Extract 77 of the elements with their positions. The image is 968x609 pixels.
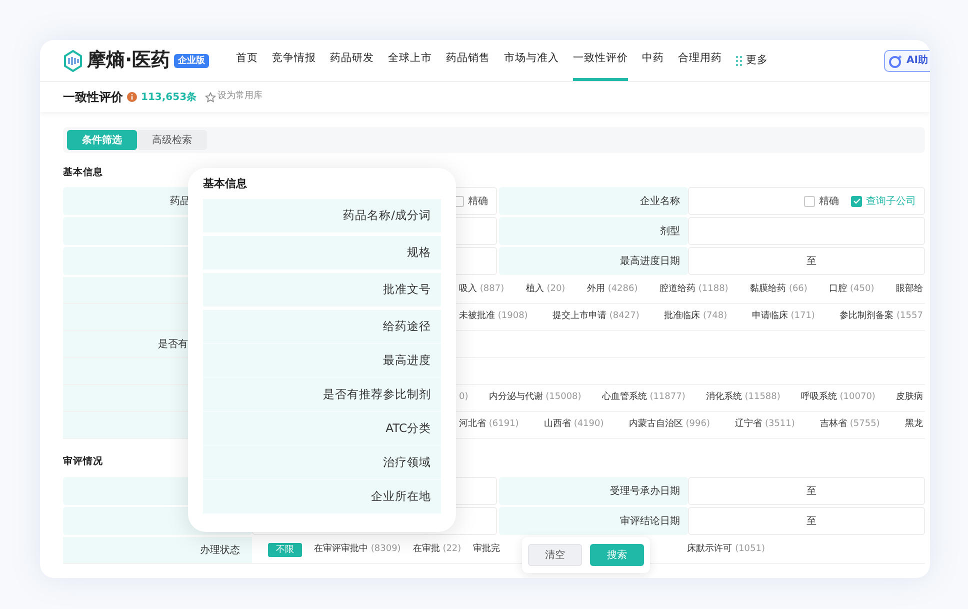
input-field[interactable]: 至	[688, 477, 925, 505]
filter-option[interactable]: 在审评审批中 (8309)	[314, 543, 401, 557]
filter-option[interactable]: 外用 (4286)	[586, 283, 638, 297]
filter-option[interactable]: 眼部给	[896, 283, 923, 297]
filter-option[interactable]: 口腔 (450)	[829, 283, 874, 297]
field-label: 审评结论日期	[620, 514, 680, 528]
popup-item[interactable]: 规格	[203, 236, 441, 270]
favorite-link[interactable]: 设为常用库	[204, 90, 263, 104]
field-label: 最高进度日期	[620, 254, 680, 268]
nav-link[interactable]: 一致性评价	[573, 40, 628, 81]
field-label: 企业名称	[640, 194, 680, 208]
input-field[interactable]: 精确 查询子公司	[688, 187, 925, 215]
filter-option[interactable]: 申请临床 (171)	[752, 310, 815, 324]
field-label: 是否有	[158, 338, 188, 352]
info-icon	[127, 92, 137, 102]
filter-option[interactable]: 植入 (20)	[526, 283, 566, 297]
filter-option[interactable]: 山西省 (4190)	[544, 418, 604, 432]
input-field[interactable]: 至	[688, 247, 925, 275]
logo-text: 摩熵·医药	[87, 51, 170, 70]
page-title: 一致性评价	[63, 89, 123, 106]
filter-option[interactable]: 河北省 (6191)	[459, 418, 519, 432]
filter-option[interactable]: 黏膜给药 (66)	[750, 283, 808, 297]
filter-option[interactable]: 黑龙	[904, 418, 923, 432]
nav-link[interactable]: 中药	[642, 40, 664, 81]
record-count: 113,653条	[141, 90, 197, 104]
nav-link[interactable]: 市场与准入	[504, 40, 559, 81]
filter-option[interactable]: 在审批 (22)	[412, 543, 462, 557]
filter-option[interactable]: 床默示许可 (1051)	[687, 543, 765, 557]
popup-item[interactable]: 批准文号	[203, 273, 441, 307]
popup-item[interactable]: 治疗领域	[203, 446, 441, 480]
popup-title: 基本信息	[203, 176, 248, 192]
filter-option[interactable]: 皮肤病	[896, 391, 923, 405]
nav-link[interactable]: 首页	[236, 40, 258, 81]
grid-icon	[736, 56, 742, 66]
nav-link[interactable]: 全球上市	[388, 40, 432, 81]
field-label: 办理状态	[200, 544, 240, 558]
filter-option[interactable]: 腔道给药 (1188)	[660, 283, 728, 297]
range-separator: 至	[806, 484, 816, 498]
ai-assistant-button[interactable]: AI助	[884, 50, 930, 72]
filter-option[interactable]: 批准临床 (748)	[664, 310, 728, 324]
filter-option[interactable]: 内分泌与代谢 (15008)	[488, 391, 582, 405]
filter-option[interactable]: 参比制剂备案 (1557	[840, 310, 923, 324]
popup-item[interactable]: ATC分类	[203, 412, 441, 446]
field-label: 受理号承办日期	[610, 484, 680, 498]
tab[interactable]: 高级检索	[137, 130, 207, 150]
logo-icon	[63, 50, 83, 72]
star-icon	[204, 92, 216, 102]
more-menu[interactable]: 更多	[736, 52, 768, 68]
popup-item[interactable]: 药品名称/成分词	[203, 199, 441, 233]
nav-link[interactable]: 药品销售	[446, 40, 490, 81]
filter-option[interactable]: 呼吸系统 (10070)	[800, 391, 876, 405]
range-separator: 至	[806, 514, 816, 528]
filter-option[interactable]: 辽宁省 (3511)	[735, 418, 795, 432]
nav-link[interactable]: 竞争情报	[272, 40, 316, 81]
filter-option[interactable]: 审批完	[473, 543, 500, 557]
filter-option[interactable]: 提交上市申请 (8427)	[552, 310, 640, 324]
range-separator: 至	[806, 254, 816, 268]
section-title: 审评情况	[63, 455, 103, 469]
filter-option[interactable]: 心血管系统 (11877)	[602, 391, 686, 405]
input-field[interactable]: 至	[688, 507, 925, 535]
edition-badge: 企业版	[174, 54, 210, 68]
popup-item[interactable]: 给药途径	[203, 310, 441, 344]
filter-option[interactable]: 吉林省 (5755)	[820, 418, 880, 432]
ai-icon	[888, 54, 903, 68]
field-label: 剂型	[660, 224, 680, 238]
section-title: 基本信息	[63, 166, 103, 180]
filter-option[interactable]: 消化系统 (11588)	[706, 391, 780, 405]
nav-link[interactable]: 合理用药	[678, 40, 722, 81]
clear-button[interactable]: 清空	[528, 544, 582, 566]
popup-item[interactable]: 是否有推荐参比制剂	[203, 378, 441, 412]
filter-option[interactable]: 未被批准 (1908)	[459, 310, 528, 324]
filter-option[interactable]: 吸入 (887)	[459, 283, 504, 297]
filter-option[interactable]: 内蒙古自治区 (996)	[628, 418, 710, 432]
nav-link[interactable]: 药品研发	[330, 40, 374, 81]
popup-item[interactable]: 最高进度	[203, 344, 441, 378]
checkbox[interactable]: 精确	[804, 194, 839, 208]
popup-item[interactable]: 企业所在地	[203, 480, 441, 514]
